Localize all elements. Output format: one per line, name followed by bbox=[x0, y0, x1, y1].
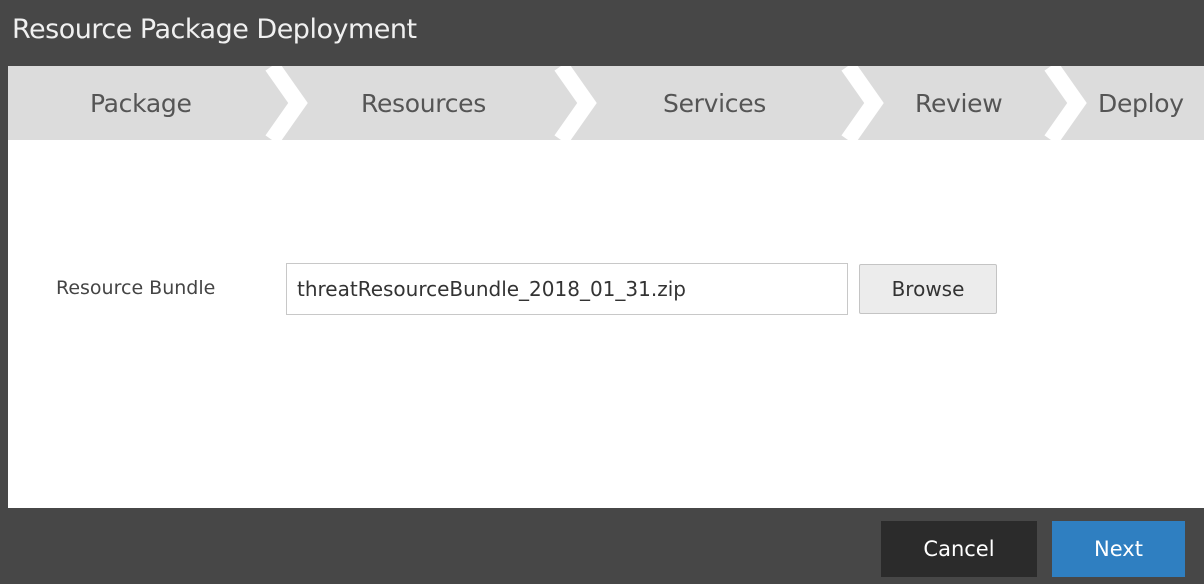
cancel-button[interactable]: Cancel bbox=[881, 521, 1037, 577]
resource-bundle-label: Resource Bundle bbox=[56, 277, 216, 299]
wizard-step-services[interactable]: Services bbox=[663, 86, 766, 122]
dialog-content: Package Resources Services Review Deploy… bbox=[8, 66, 1204, 508]
dialog-title: Resource Package Deployment bbox=[12, 14, 417, 45]
wizard-step-package[interactable]: Package bbox=[90, 86, 192, 122]
dialog-footer: Cancel Next bbox=[0, 508, 1204, 584]
browse-button[interactable]: Browse bbox=[859, 264, 997, 314]
wizard-steps-bar: Package Resources Services Review Deploy bbox=[8, 66, 1204, 140]
next-button[interactable]: Next bbox=[1052, 521, 1185, 577]
resource-bundle-row: Resource Bundle Browse bbox=[8, 263, 1204, 315]
resource-package-deployment-dialog: Resource Package Deployment Package Reso… bbox=[0, 0, 1204, 584]
dialog-titlebar: Resource Package Deployment bbox=[0, 0, 1204, 66]
resource-bundle-input[interactable] bbox=[286, 263, 848, 315]
wizard-step-resources[interactable]: Resources bbox=[361, 86, 486, 122]
wizard-step-deploy[interactable]: Deploy bbox=[1098, 86, 1184, 122]
wizard-step-review[interactable]: Review bbox=[915, 86, 1003, 122]
